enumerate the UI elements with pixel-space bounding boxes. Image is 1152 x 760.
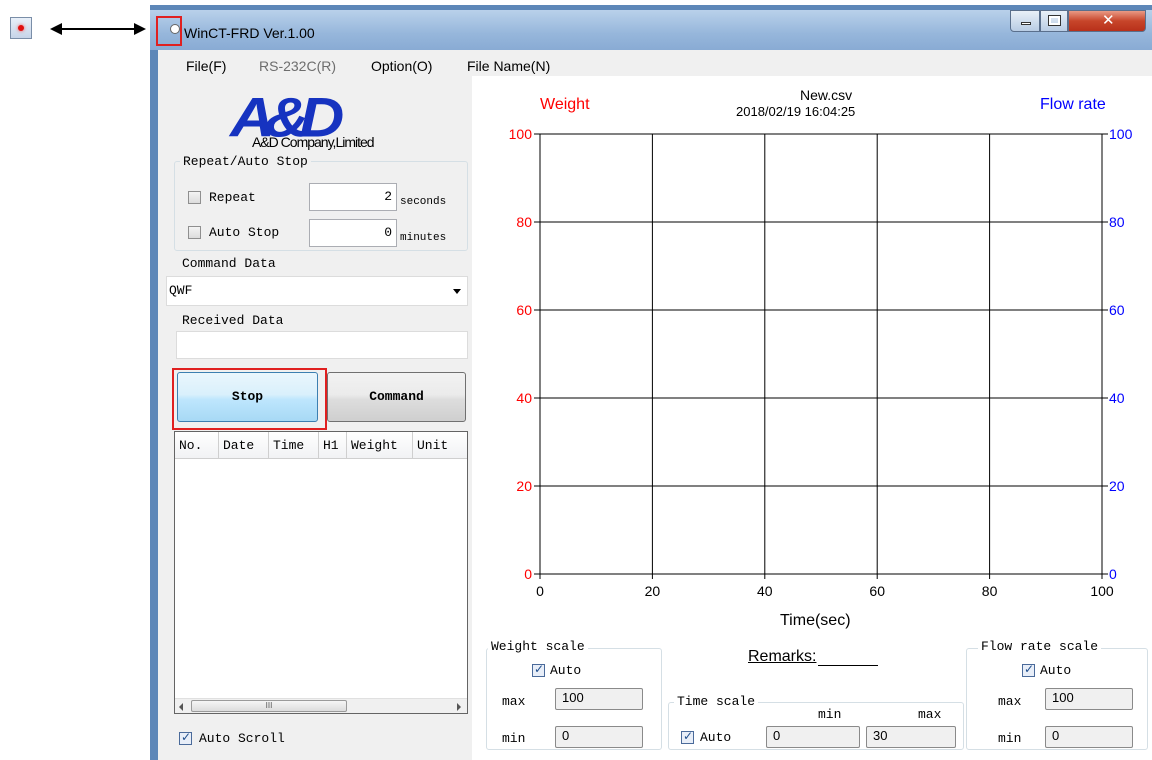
weight-min-label: min (502, 731, 526, 746)
x-tick-label: 20 (645, 583, 661, 599)
menu-file-name[interactable]: File Name(N) (467, 58, 550, 74)
weight-min-field[interactable]: 0 (555, 726, 643, 748)
weight-max-field[interactable]: 100 (555, 688, 643, 710)
command-data-label: Command Data (182, 256, 276, 271)
data-table[interactable]: No. Date Time H1 Weight Unit III (174, 431, 468, 714)
minimize-button[interactable] (1010, 10, 1040, 32)
time-scale-title: Time scale (674, 694, 759, 709)
y-right-tick-label: 40 (1109, 390, 1125, 406)
flow-auto-checkbox[interactable] (1022, 662, 1035, 677)
command-button[interactable]: Command (327, 372, 466, 422)
auto-stop-minutes-input[interactable]: 0 (309, 219, 397, 247)
double-arrow-icon (50, 23, 146, 35)
x-tick-label: 0 (536, 583, 544, 599)
remarks-underline (818, 665, 878, 666)
close-icon: ✕ (1102, 11, 1115, 29)
y-left-tick-label: 80 (516, 214, 532, 230)
x-axis-label: Time(sec) (780, 612, 851, 629)
command-data-value: QWF (169, 283, 193, 298)
auto-stop-unit: minutes (400, 232, 447, 244)
repeat-unit: seconds (400, 196, 447, 208)
command-data-select[interactable]: QWF (166, 276, 468, 306)
scroll-grip: III (265, 701, 273, 710)
weight-auto-label: Auto (550, 663, 582, 678)
time-min-label: min (818, 707, 842, 722)
flow-auto-label: Auto (1040, 663, 1072, 678)
stop-button[interactable]: Stop (177, 372, 318, 422)
y-right-tick-label: 20 (1109, 478, 1125, 494)
menu-rs232c[interactable]: RS-232C(R) (259, 58, 336, 74)
scroll-right-icon (457, 703, 461, 711)
repeat-auto-stop-title: Repeat/Auto Stop (180, 154, 311, 169)
weight-max-label: max (502, 694, 526, 709)
close-button[interactable]: ✕ (1068, 10, 1146, 32)
column-header-unit[interactable]: Unit (413, 432, 467, 459)
menu-file[interactable]: File(F) (186, 58, 226, 74)
repeat-checkbox[interactable] (188, 191, 201, 204)
y-right-tick-label: 80 (1109, 214, 1125, 230)
auto-scroll-checkbox[interactable] (179, 730, 192, 745)
time-max-field[interactable]: 30 (866, 726, 956, 748)
menu-option[interactable]: Option(O) (371, 58, 432, 74)
flow-rate-scale-title: Flow rate scale (978, 639, 1102, 654)
time-max-label: max (918, 707, 942, 722)
x-tick-label: 100 (1090, 583, 1114, 599)
company-name: A&D Company,Limited (252, 134, 375, 150)
minimize-icon (1021, 22, 1031, 25)
y-left-tick-label: 0 (524, 566, 532, 582)
flow-max-field[interactable]: 100 (1045, 688, 1133, 710)
flow-min-field[interactable]: 0 (1045, 726, 1133, 748)
scroll-left-icon (179, 703, 183, 711)
repeat-label: Repeat (209, 190, 256, 205)
time-min-field[interactable]: 0 (766, 726, 860, 748)
chart-canvas: 0 20 40 60 80 100020406080100020406080100 (509, 126, 1132, 599)
x-tick-label: 40 (757, 583, 773, 599)
y-right-tick-label: 0 (1109, 566, 1117, 582)
received-data-label: Received Data (182, 313, 284, 328)
y-left-tick-label: 40 (516, 390, 532, 406)
scroll-thumb[interactable]: III (191, 700, 347, 712)
maximize-icon (1048, 15, 1061, 26)
column-header-no[interactable]: No. (175, 432, 219, 459)
window-title: WinCT-FRD Ver.1.00 (184, 25, 315, 41)
x-tick-label: 80 (982, 583, 998, 599)
x-tick-label: 60 (869, 583, 885, 599)
y-right-tick-label: 60 (1109, 302, 1125, 318)
weight-scale-title: Weight scale (488, 639, 588, 654)
column-header-weight[interactable]: Weight (347, 432, 413, 459)
column-header-time[interactable]: Time (269, 432, 319, 459)
received-data-field[interactable] (176, 331, 468, 359)
chevron-down-icon (453, 289, 461, 294)
repeat-seconds-input[interactable]: 2 (309, 183, 397, 211)
plot-frame (539, 133, 1103, 575)
remarks-label: Remarks: (748, 648, 817, 665)
column-header-h1[interactable]: H1 (319, 432, 347, 459)
auto-stop-checkbox[interactable] (188, 226, 201, 239)
y-left-tick-label: 60 (516, 302, 532, 318)
column-header-date[interactable]: Date (219, 432, 269, 459)
maximize-button[interactable] (1040, 10, 1068, 32)
flow-min-label: min (998, 731, 1022, 746)
y-right-tick-label: 100 (1109, 126, 1132, 142)
y-left-tick-label: 20 (516, 478, 532, 494)
app-icon[interactable] (170, 24, 180, 34)
time-auto-checkbox[interactable] (681, 729, 694, 744)
horizontal-scrollbar[interactable]: III (175, 698, 467, 713)
time-auto-label: Auto (700, 730, 732, 745)
flow-max-label: max (998, 694, 1022, 709)
status-led-icon (10, 17, 32, 39)
weight-auto-checkbox[interactable] (532, 662, 545, 677)
y-left-tick-label: 100 (509, 126, 533, 142)
auto-scroll-label: Auto Scroll (199, 731, 285, 746)
table-header: No. Date Time H1 Weight Unit (175, 432, 467, 460)
auto-stop-label: Auto Stop (209, 225, 280, 240)
